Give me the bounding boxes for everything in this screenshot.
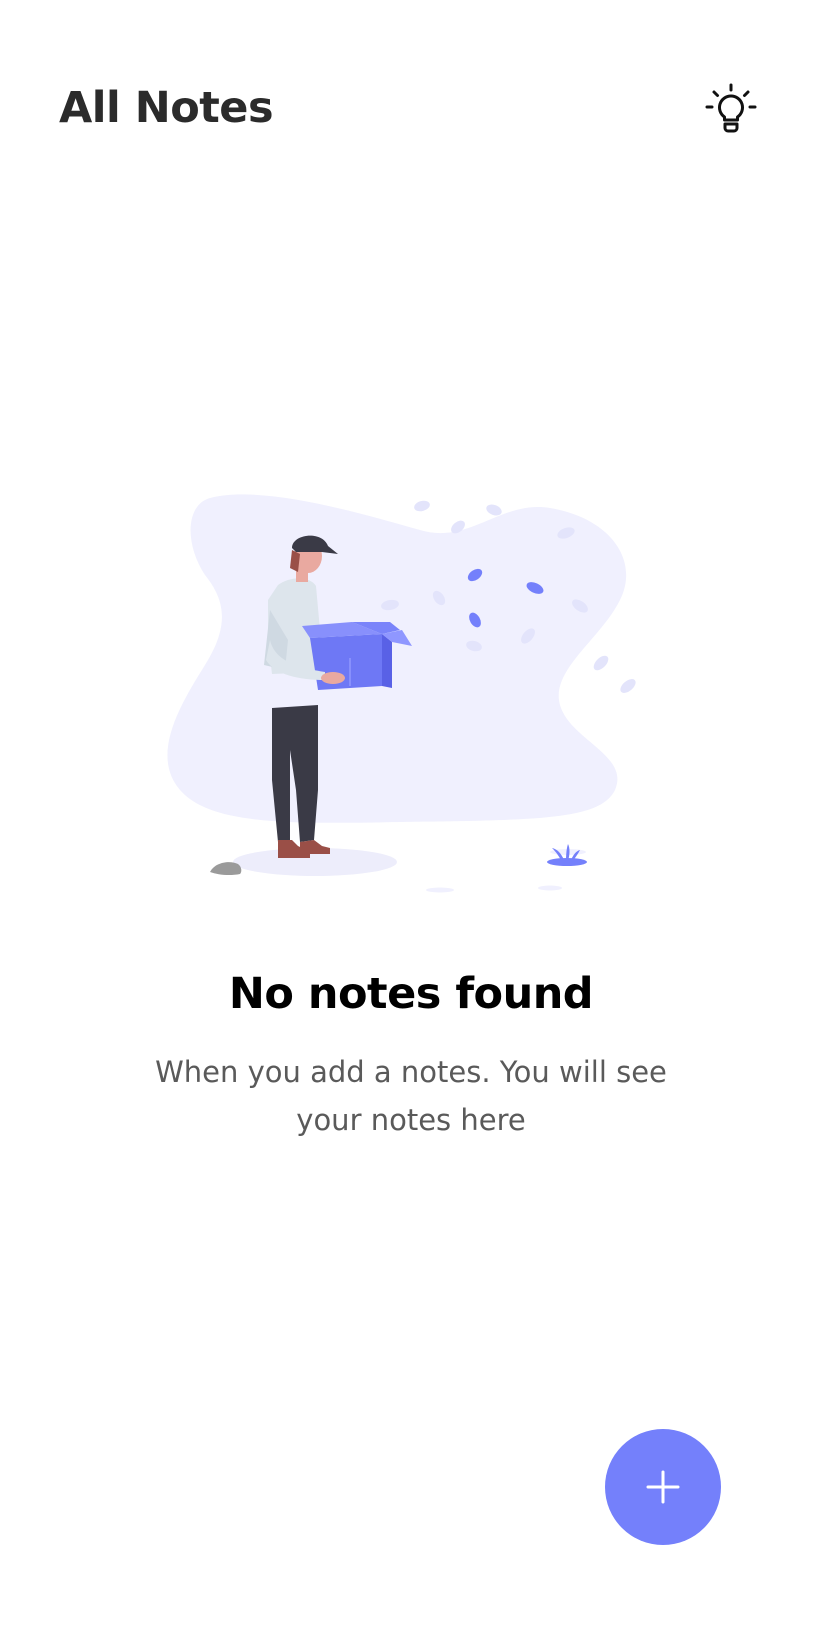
empty-state-title: No notes found bbox=[228, 969, 594, 1019]
plus-icon bbox=[646, 1470, 680, 1504]
add-note-button[interactable] bbox=[605, 1429, 721, 1545]
theme-toggle-button[interactable] bbox=[700, 78, 762, 140]
empty-notes-illustration bbox=[150, 490, 670, 900]
app-header: All Notes bbox=[0, 0, 822, 200]
page-title: All Notes bbox=[59, 83, 274, 133]
lightbulb-icon bbox=[705, 83, 757, 133]
empty-state-subtitle: When you add a notes. You will see your … bbox=[155, 1055, 667, 1137]
